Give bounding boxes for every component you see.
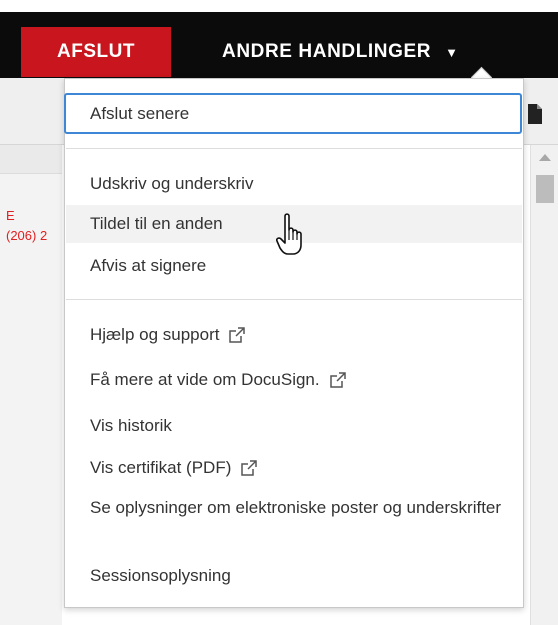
menu-item-learn-about-docusign[interactable]: Få mere at vide om DocuSign. <box>66 362 522 398</box>
menu-item-help-and-support[interactable]: Hjælp og support <box>66 317 522 353</box>
external-link-icon <box>241 460 258 476</box>
caret-down-icon: ▼ <box>445 44 459 60</box>
menu-item-label: Vis certifikat (PDF) <box>90 458 232 477</box>
external-link-icon <box>329 372 346 388</box>
menu-item-label: Afvis at signere <box>90 256 207 275</box>
menu-item-electronic-records[interactable]: Se oplysninger om elektroniske poster og… <box>66 497 522 545</box>
menu-item-label: Afslut senere <box>90 103 190 123</box>
scroll-up-arrow-icon[interactable] <box>539 154 551 161</box>
menu-item-label: Tildel til en anden <box>90 214 223 233</box>
external-link-icon <box>229 327 246 343</box>
menu-item-view-certificate[interactable]: Vis certifikat (PDF) <box>66 450 522 486</box>
other-actions-menu: Afslut senere Udskriv og underskriv Tild… <box>64 78 524 608</box>
menu-item-label: Hjælp og support <box>90 325 220 344</box>
menu-item-view-history[interactable]: Vis historik <box>66 409 522 443</box>
menu-item-label: Vis historik <box>90 416 172 435</box>
document-page-header <box>0 145 62 174</box>
other-actions-dropdown[interactable]: ANDRE HANDLINGER ▼ <box>222 27 459 77</box>
top-strip <box>0 0 558 12</box>
menu-item-session-info[interactable]: Sessionsoplysning <box>66 559 522 593</box>
document-text: E <box>6 208 15 223</box>
menu-divider <box>66 148 522 149</box>
hand-pointer-icon <box>276 213 302 255</box>
menu-item-finish-later[interactable]: Afslut senere <box>64 93 522 134</box>
document-icon[interactable] <box>528 104 542 124</box>
menu-item-print-and-sign[interactable]: Udskriv og underskriv <box>66 167 522 201</box>
menu-divider <box>66 299 522 300</box>
menu-item-label: Se oplysninger om elektroniske poster og… <box>90 498 502 517</box>
scrollbar-track[interactable] <box>530 145 558 625</box>
menu-item-label: Udskriv og underskriv <box>90 174 254 193</box>
scrollbar-thumb[interactable] <box>536 175 554 203</box>
finish-button[interactable]: AFSLUT <box>21 27 171 77</box>
menu-item-label: Få mere at vide om DocuSign. <box>90 370 320 389</box>
document-text: (206) 2 <box>6 228 48 243</box>
menu-item-label: Sessionsoplysning <box>90 566 231 585</box>
other-actions-label: ANDRE HANDLINGER <box>222 41 432 62</box>
